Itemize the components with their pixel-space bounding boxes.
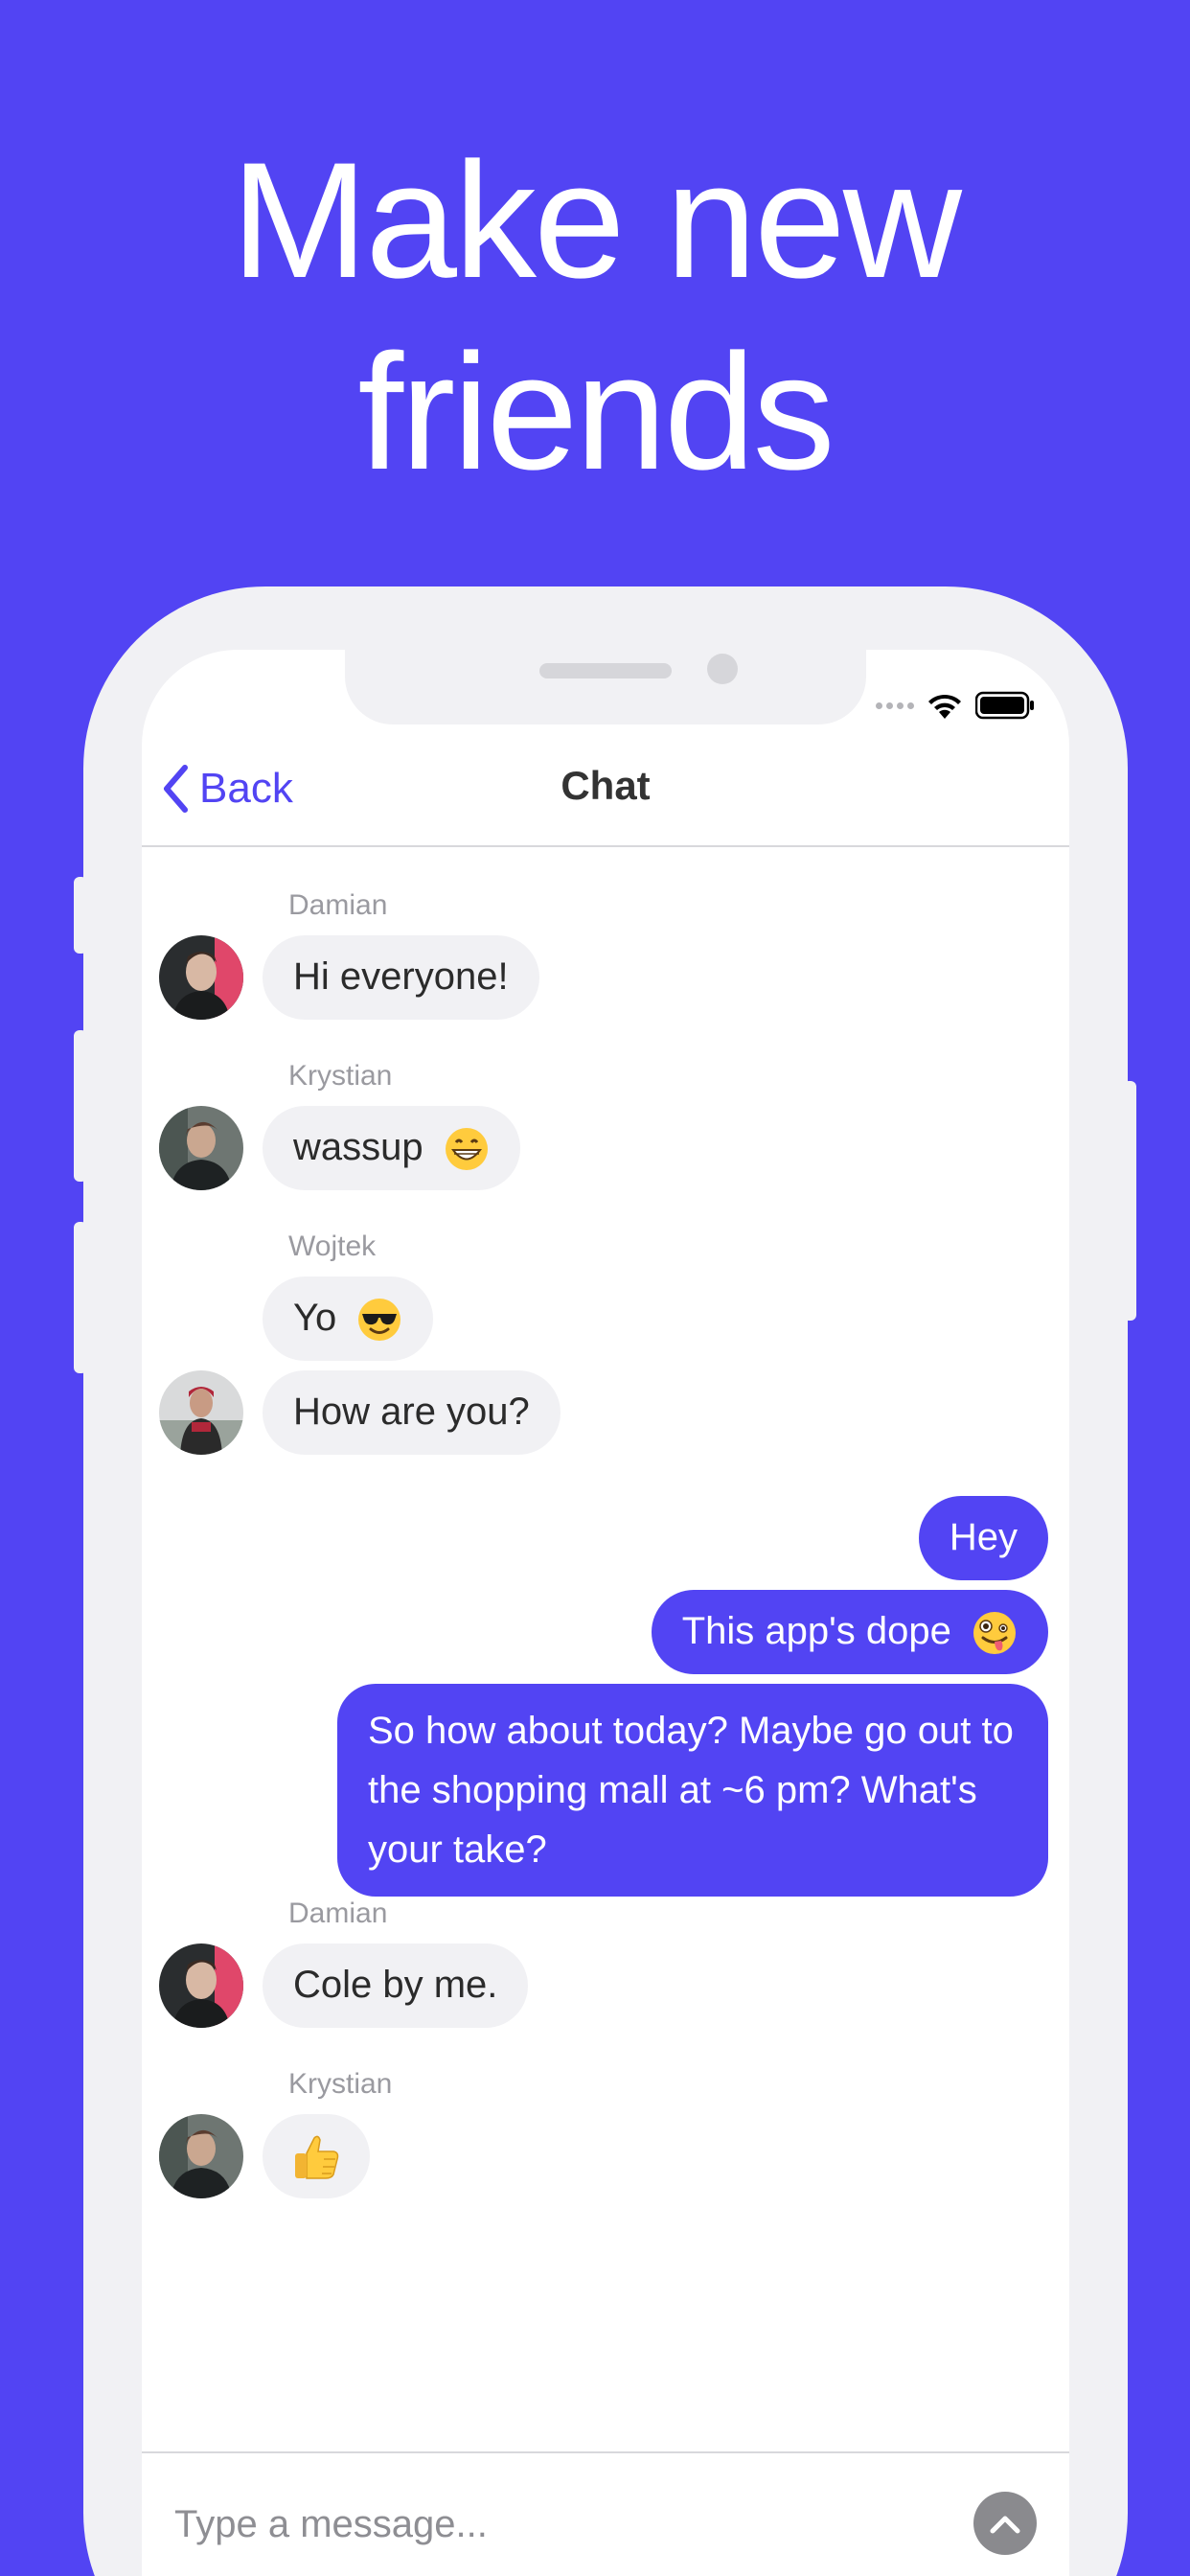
headline-line-2: friends (357, 320, 835, 504)
phone-mute-switch (74, 877, 87, 954)
sender-name: Krystian (288, 2068, 393, 2100)
message-bubble[interactable]: Cole by me. (263, 1944, 529, 2028)
message-text: How are you? (293, 1391, 530, 1433)
navigation-bar: Back Chat (142, 736, 1069, 847)
avatar[interactable] (159, 1106, 243, 1190)
message-bubble[interactable] (263, 2114, 370, 2198)
wifi-icon (928, 694, 961, 719)
message-bubble[interactable]: wassup (263, 1106, 520, 1190)
grinning-face-emoji-icon (445, 1128, 488, 1171)
phone-screen: Back Chat Damian Hi everyone! Krystian w… (142, 650, 1069, 2576)
message-input[interactable] (174, 2486, 941, 2563)
sender-name: Wojtek (288, 1230, 377, 1262)
message-bubble-outgoing[interactable]: Hey (918, 1496, 1048, 1580)
page-title: Chat (561, 763, 651, 808)
message-text: Yo (293, 1297, 337, 1339)
message-bubble-outgoing[interactable]: This app's dope (651, 1590, 1048, 1674)
message-bubble[interactable]: How are you? (263, 1370, 561, 1455)
avatar[interactable] (159, 2114, 243, 2198)
front-camera (707, 654, 738, 684)
message-text: Cole by me. (293, 1964, 498, 2006)
avatar[interactable] (159, 1944, 243, 2028)
message-composer (142, 2451, 1069, 2576)
chevron-up-icon (990, 2516, 1020, 2534)
message-bubble-outgoing[interactable]: So how about today? Maybe go out to the … (337, 1684, 1048, 1897)
message-text: wassup (293, 1126, 423, 1168)
headline: Make new friends (0, 125, 1190, 508)
sender-name: Damian (288, 1898, 388, 1929)
status-bar (876, 686, 1035, 724)
sender-name: Krystian (288, 1060, 393, 1092)
speaker-grille (539, 663, 672, 678)
avatar[interactable] (159, 935, 243, 1020)
phone-notch (345, 650, 866, 724)
message-bubble[interactable]: Hi everyone! (263, 935, 539, 1020)
thumbs-up-emoji-icon (295, 2136, 339, 2180)
zany-face-emoji-icon (973, 1612, 1016, 1655)
phone-volume-down-button (74, 1222, 87, 1373)
message-bubble[interactable]: Yo (263, 1276, 434, 1361)
send-button[interactable] (973, 2492, 1037, 2555)
sunglasses-face-emoji-icon (358, 1299, 401, 1342)
sender-name: Damian (288, 889, 388, 921)
phone-volume-up-button (74, 1030, 87, 1182)
avatar[interactable] (159, 1370, 243, 1455)
message-text: This app's dope (681, 1610, 951, 1652)
message-text: Hi everyone! (293, 955, 509, 998)
message-text: So how about today? Maybe go out to the … (368, 1710, 1014, 1871)
battery-icon (975, 691, 1034, 720)
phone-power-button (1123, 1081, 1136, 1321)
message-text: Hey (949, 1516, 1018, 1558)
headline-line-1: Make new (231, 128, 962, 312)
signal-icon (876, 702, 914, 709)
